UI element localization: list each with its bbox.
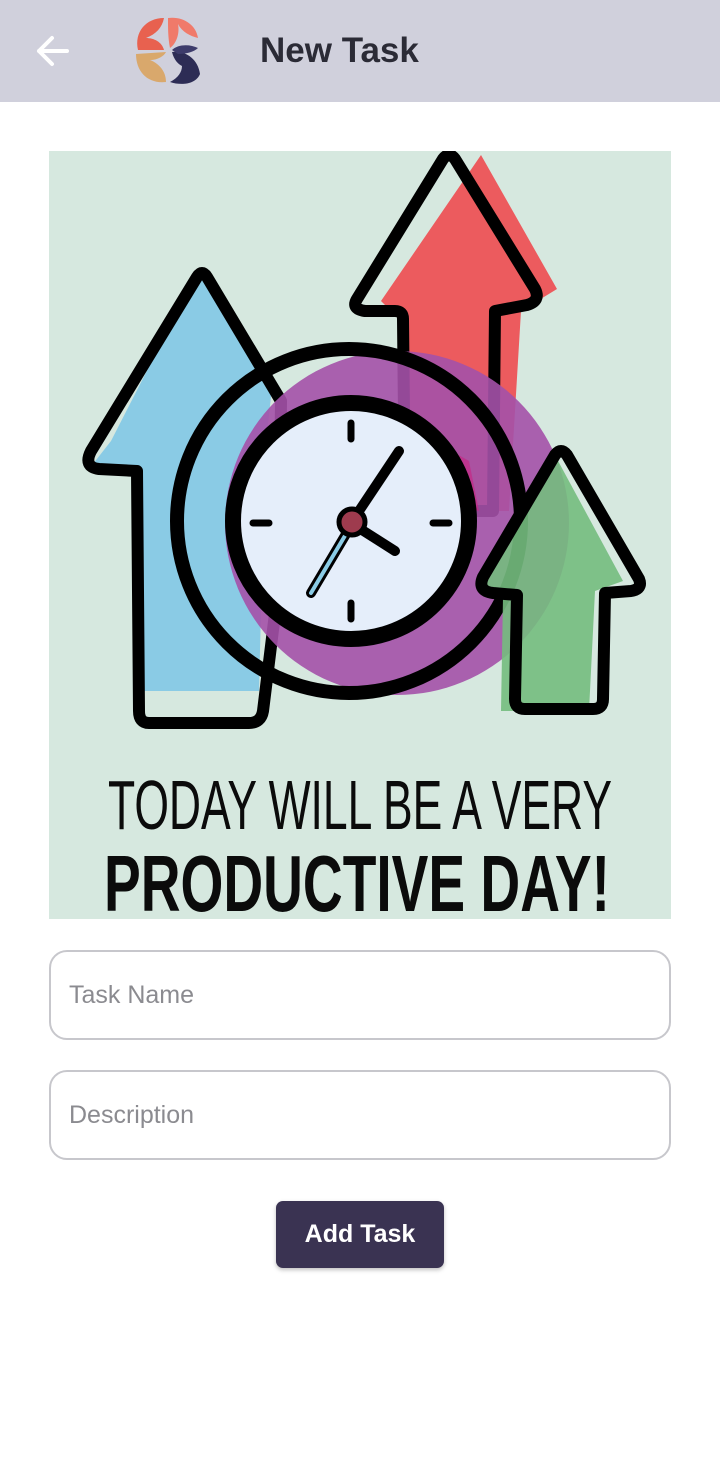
banner-line-1: TODAY WILL BE A VERY — [108, 766, 612, 844]
app-bar: New Task — [0, 0, 720, 102]
app-logo-icon — [132, 14, 206, 86]
task-name-input[interactable] — [69, 952, 649, 1038]
back-button[interactable] — [22, 24, 82, 78]
description-input[interactable] — [69, 1072, 649, 1158]
description-field[interactable] — [49, 1070, 671, 1160]
add-task-button[interactable]: Add Task — [276, 1201, 444, 1268]
clock-with-arrows-icon: TODAY WILL BE A VERY PRODUCTIVE DAY! — [82, 151, 646, 919]
banner-line-2: PRODUCTIVE DAY! — [104, 839, 610, 919]
arrow-left-icon — [37, 36, 69, 66]
motivational-banner: TODAY WILL BE A VERY PRODUCTIVE DAY! — [49, 151, 671, 919]
page-title: New Task — [260, 31, 419, 70]
task-name-field[interactable] — [49, 950, 671, 1040]
